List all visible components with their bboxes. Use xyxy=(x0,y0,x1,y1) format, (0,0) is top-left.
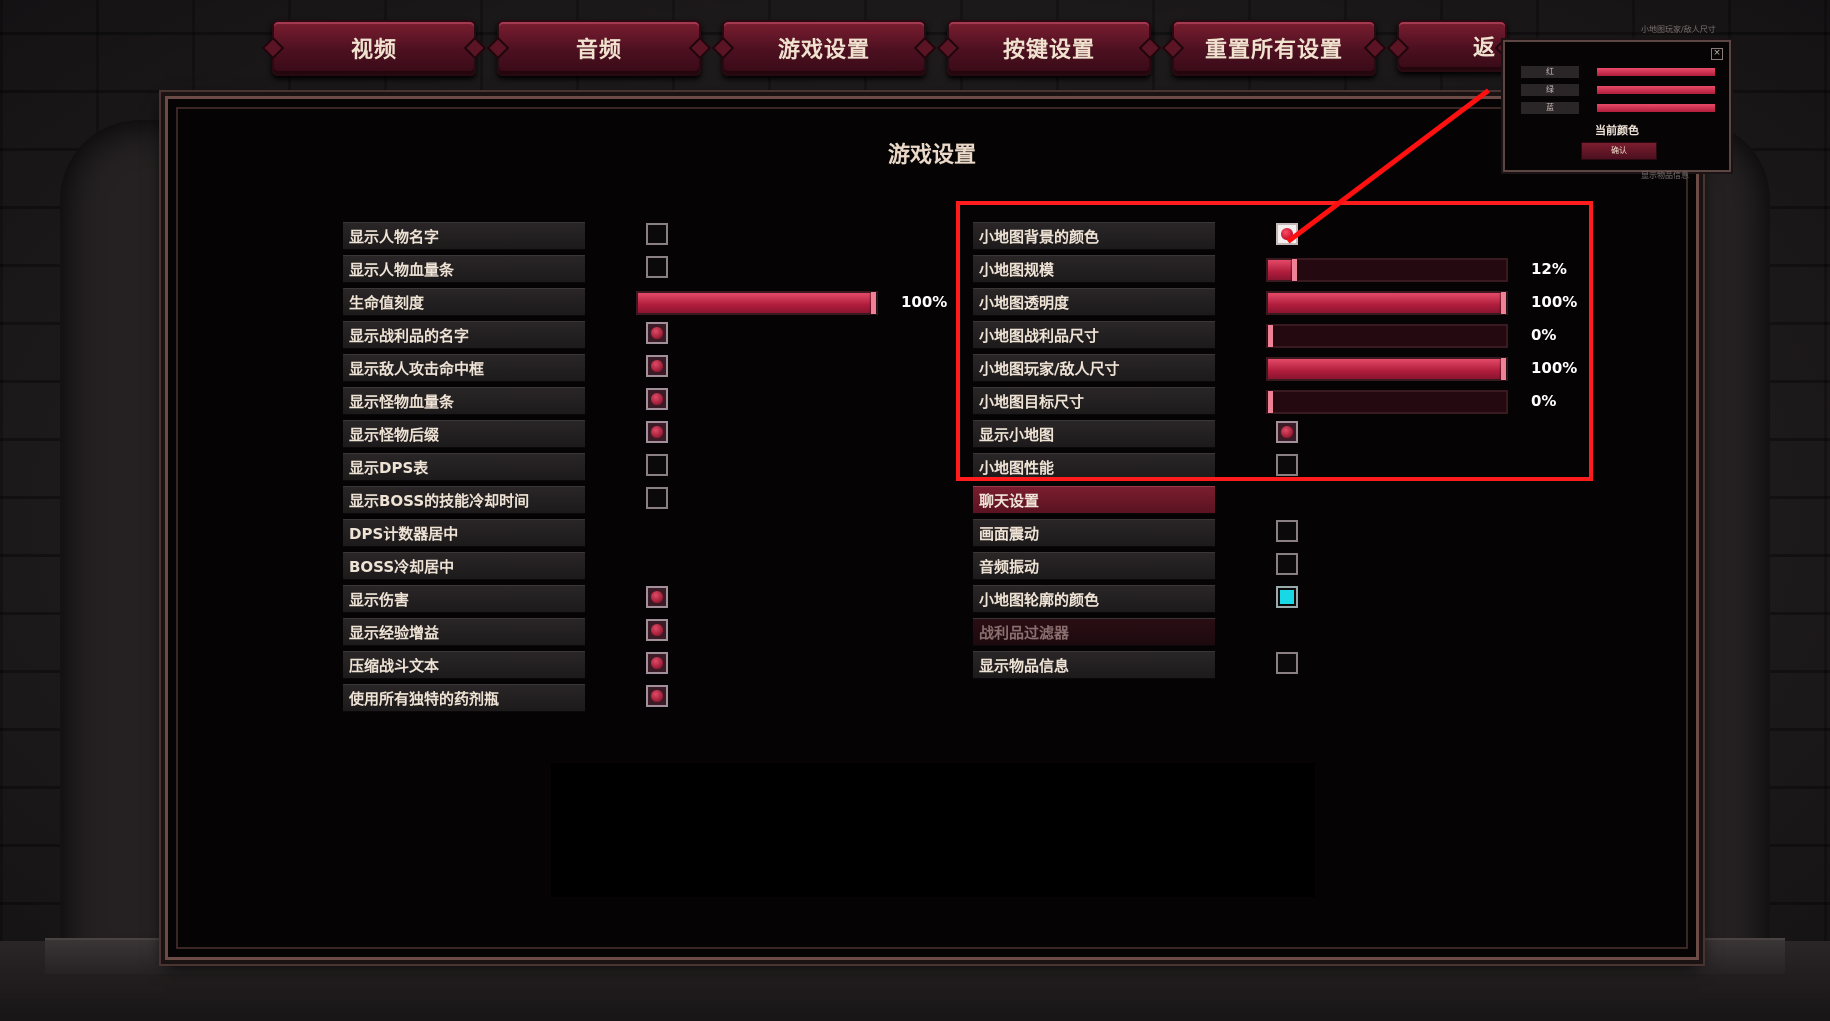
settings-row: 使用所有独特的药剂瓶 xyxy=(343,684,585,712)
checkbox[interactable] xyxy=(646,256,668,278)
settings-row: 显示怪物血量条 xyxy=(343,387,585,415)
check-dot-icon xyxy=(651,426,663,438)
setting-label: 显示怪物血量条 xyxy=(343,387,585,415)
checkbox[interactable] xyxy=(646,223,668,245)
settings-row: 聊天设置 xyxy=(973,486,1215,514)
setting-label: 显示物品信息 xyxy=(973,651,1215,679)
popup-row-green: 绿 xyxy=(1521,84,1715,96)
setting-label: 显示DPS表 xyxy=(343,453,585,481)
slider-handle[interactable] xyxy=(871,292,876,314)
popup-row-label: 蓝 xyxy=(1521,102,1579,114)
setting-label: 显示敌人攻击命中框 xyxy=(343,354,585,382)
setting-label: 压缩战斗文本 xyxy=(343,651,585,679)
settings-row: 显示战利品的名字 xyxy=(343,321,585,349)
checkbox[interactable] xyxy=(646,322,668,344)
checkbox[interactable] xyxy=(646,421,668,443)
settings-row: 显示人物名字 xyxy=(343,222,585,250)
checkbox[interactable] xyxy=(1276,520,1298,542)
setting-label: 画面震动 xyxy=(973,519,1215,547)
popup-footer-text: 显示物品信息 xyxy=(1641,171,1689,180)
slider-value: 100% xyxy=(901,293,948,311)
check-dot-icon xyxy=(651,360,663,372)
tab-key-bindings[interactable]: 按键设置 xyxy=(947,20,1151,76)
setting-label: 显示怪物后缀 xyxy=(343,420,585,448)
checkbox[interactable] xyxy=(646,454,668,476)
setting-label: 使用所有独特的药剂瓶 xyxy=(343,684,585,712)
annotation-highlight-box xyxy=(956,201,1593,481)
settings-row: 显示怪物后缀 xyxy=(343,420,585,448)
setting-label: 显示战利品的名字 xyxy=(343,321,585,349)
color-picker-popup: 小地图玩家/敌人尺寸 × 红 绿 蓝 当前颜色 确认 显示物品信息 xyxy=(1503,25,1731,180)
settings-row: 战利品过滤器 xyxy=(973,618,1215,646)
settings-row: 生命值刻度 xyxy=(343,288,585,316)
tab-audio[interactable]: 音频 xyxy=(497,20,701,76)
settings-row: 显示经验增益 xyxy=(343,618,585,646)
tab-reset-all[interactable]: 重置所有设置 xyxy=(1172,20,1376,76)
color-swatch[interactable] xyxy=(1276,586,1298,608)
settings-row: 小地图轮廓的颜色 xyxy=(973,585,1215,613)
panel-title: 游戏设置 xyxy=(887,143,976,168)
settings-row: 音频振动 xyxy=(973,552,1215,580)
check-dot-icon xyxy=(651,624,663,636)
setting-label: 生命值刻度 xyxy=(343,288,585,316)
check-dot-icon xyxy=(651,657,663,669)
checkbox[interactable] xyxy=(646,355,668,377)
checkbox[interactable] xyxy=(646,619,668,641)
checkbox[interactable] xyxy=(646,685,668,707)
check-dot-icon xyxy=(651,327,663,339)
setting-label: BOSS冷却居中 xyxy=(343,552,585,580)
green-slider[interactable] xyxy=(1597,86,1715,94)
settings-row: 显示敌人攻击命中框 xyxy=(343,354,585,382)
popup-header-text: 小地图玩家/敌人尺寸 xyxy=(1641,25,1716,34)
setting-label: 显示经验增益 xyxy=(343,618,585,646)
confirm-button[interactable]: 确认 xyxy=(1581,142,1657,160)
current-color-label: 当前颜色 xyxy=(1595,124,1639,137)
settings-row: 显示DPS表 xyxy=(343,453,585,481)
settings-row: 显示人物血量条 xyxy=(343,255,585,283)
checkbox[interactable] xyxy=(646,652,668,674)
settings-row: DPS计数器居中 xyxy=(343,519,585,547)
setting-label[interactable]: 聊天设置 xyxy=(973,486,1215,514)
settings-row: 显示伤害 xyxy=(343,585,585,613)
description-area xyxy=(551,763,1315,897)
checkbox[interactable] xyxy=(646,388,668,410)
tab-back[interactable]: 返 xyxy=(1397,20,1507,72)
popup-row-label: 红 xyxy=(1521,66,1579,78)
popup-row-red: 红 xyxy=(1521,66,1715,78)
close-icon[interactable]: × xyxy=(1711,48,1723,60)
blue-slider[interactable] xyxy=(1597,104,1715,112)
check-dot-icon xyxy=(651,393,663,405)
setting-label: DPS计数器居中 xyxy=(343,519,585,547)
setting-label: 显示人物血量条 xyxy=(343,255,585,283)
settings-row: BOSS冷却居中 xyxy=(343,552,585,580)
settings-row: 压缩战斗文本 xyxy=(343,651,585,679)
setting-label: 显示伤害 xyxy=(343,585,585,613)
checkbox[interactable] xyxy=(646,487,668,509)
settings-row: 显示BOSS的技能冷却时间 xyxy=(343,486,585,514)
red-slider[interactable] xyxy=(1597,68,1715,76)
check-dot-icon xyxy=(651,591,663,603)
setting-label: 战利品过滤器 xyxy=(973,618,1215,646)
checkbox[interactable] xyxy=(1276,652,1298,674)
checkbox[interactable] xyxy=(1276,553,1298,575)
settings-row: 显示物品信息 xyxy=(973,651,1215,679)
setting-label: 小地图轮廓的颜色 xyxy=(973,585,1215,613)
tab-game-settings[interactable]: 游戏设置 xyxy=(722,20,926,76)
slider[interactable] xyxy=(636,291,878,315)
setting-label: 音频振动 xyxy=(973,552,1215,580)
setting-label: 显示BOSS的技能冷却时间 xyxy=(343,486,585,514)
tab-video[interactable]: 视频 xyxy=(272,20,476,76)
check-dot-icon xyxy=(651,690,663,702)
popup-row-label: 绿 xyxy=(1521,84,1579,96)
setting-label: 显示人物名字 xyxy=(343,222,585,250)
settings-row: 画面震动 xyxy=(973,519,1215,547)
checkbox[interactable] xyxy=(646,586,668,608)
popup-row-blue: 蓝 xyxy=(1521,102,1715,114)
